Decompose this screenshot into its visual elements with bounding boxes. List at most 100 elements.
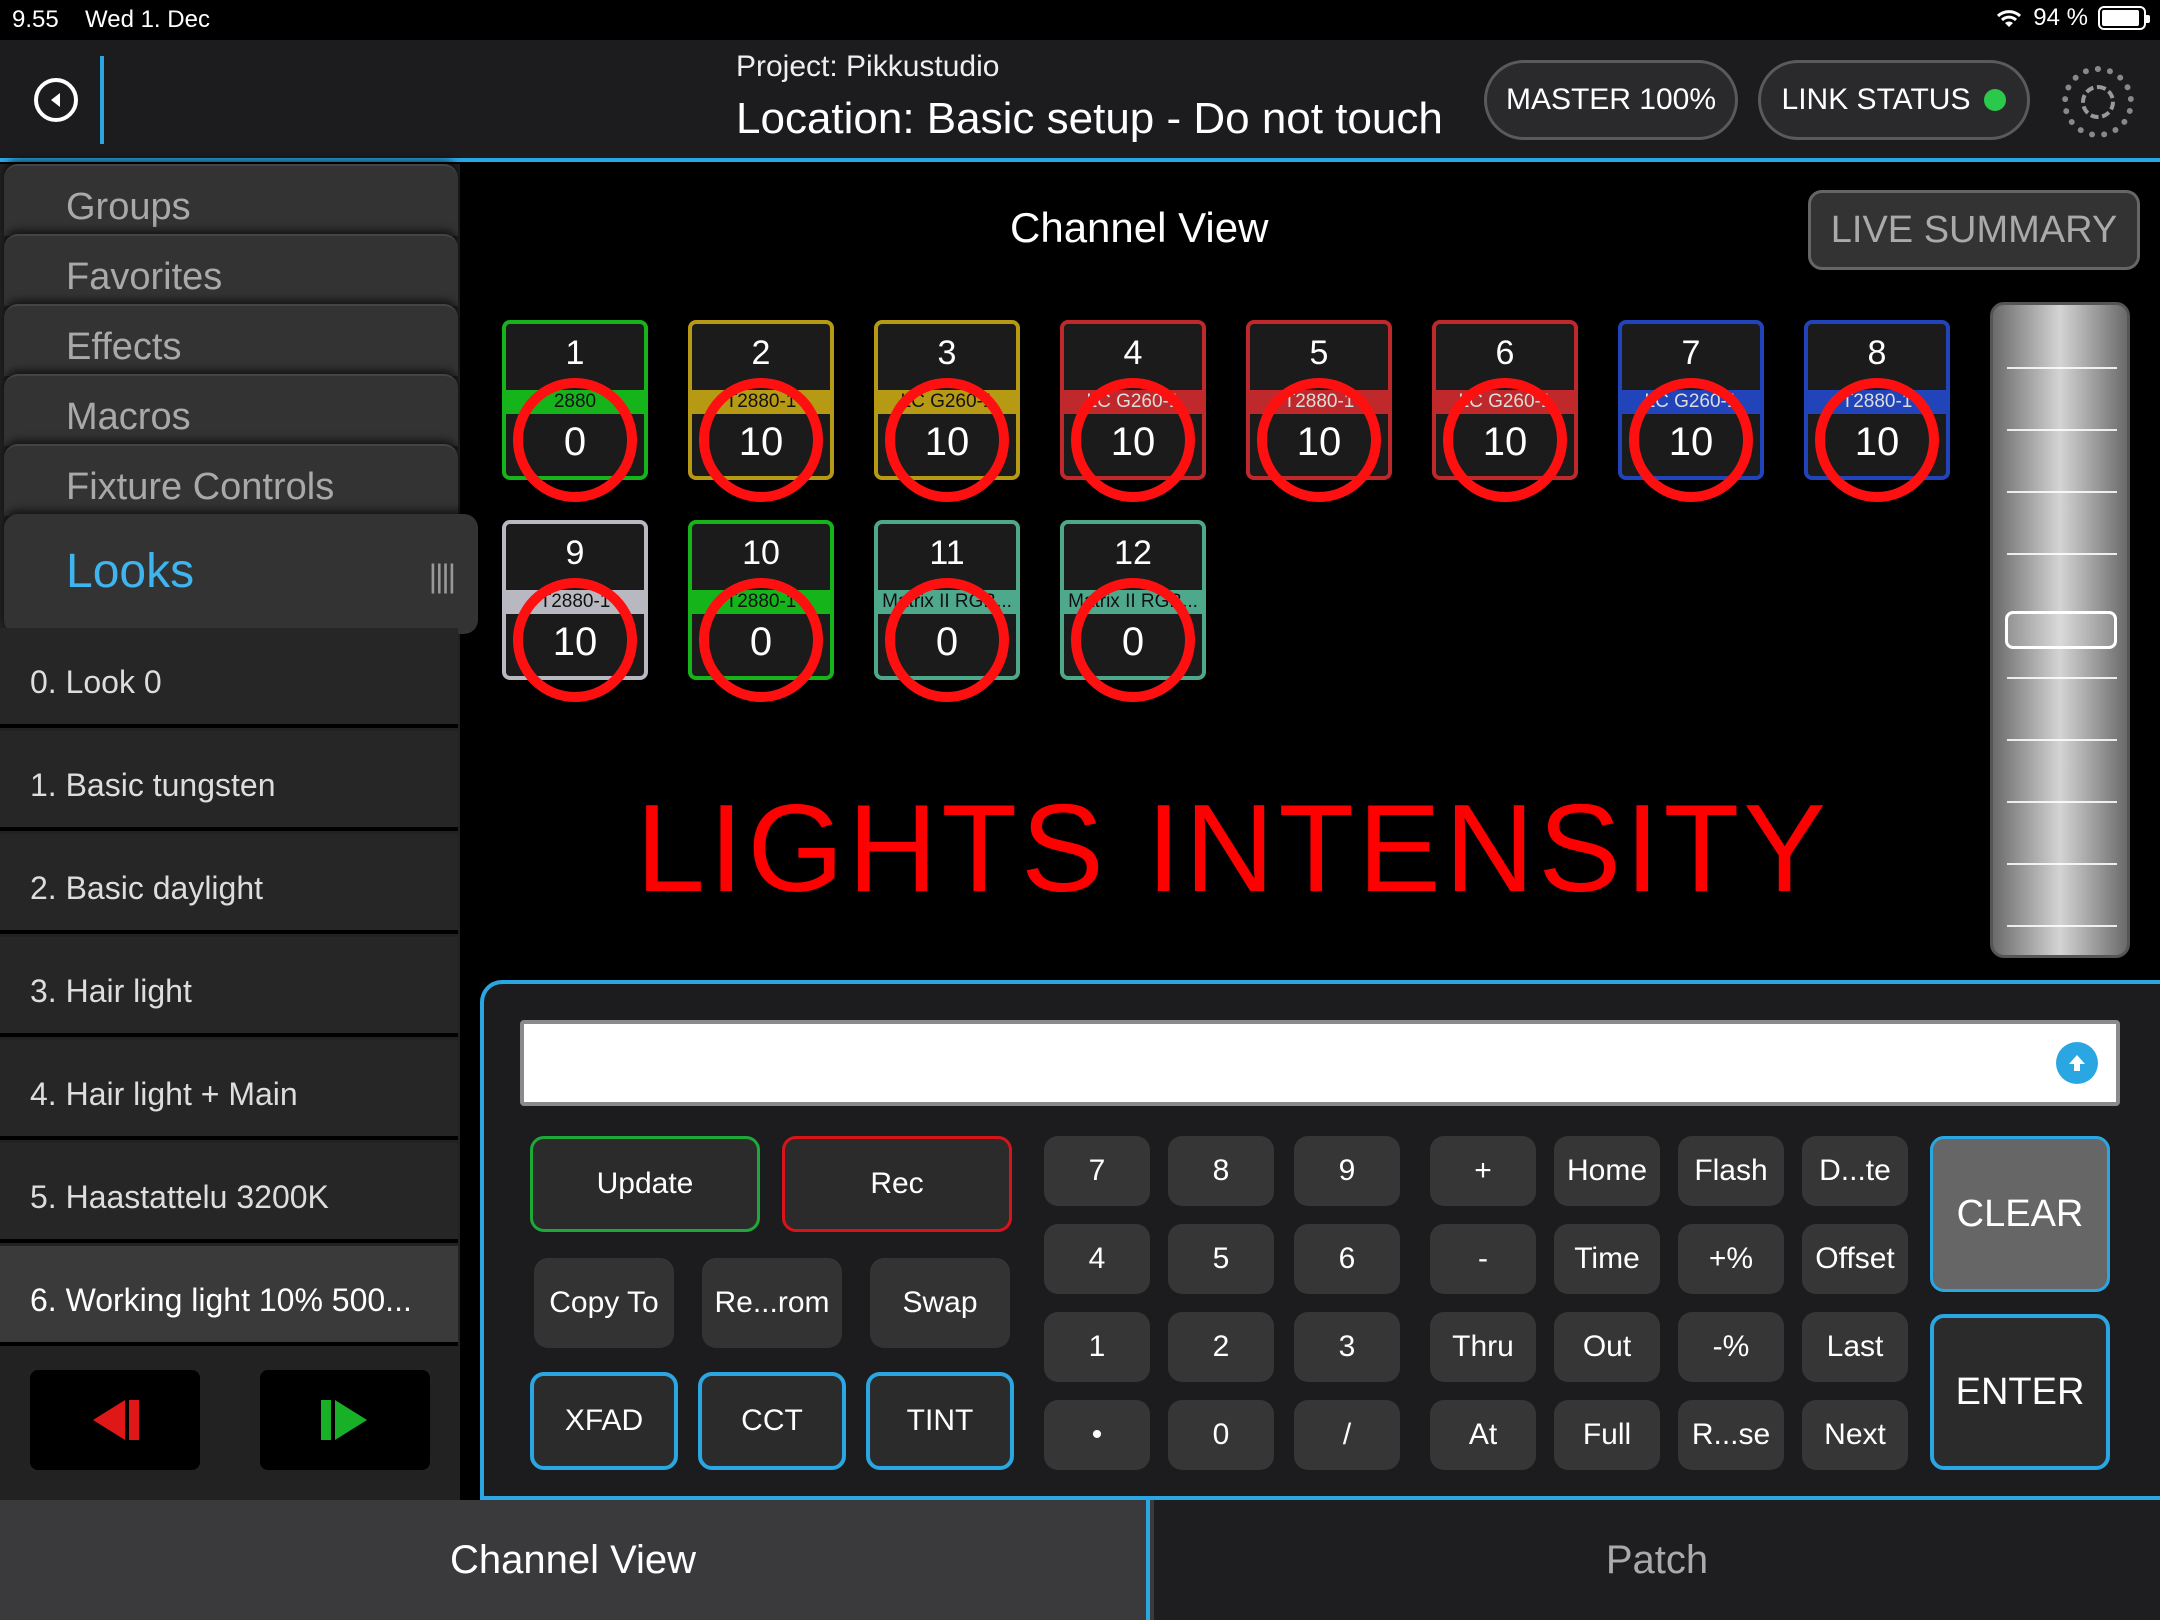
keypad-key[interactable]: D...te (1802, 1136, 1908, 1206)
tint-button[interactable]: TINT (866, 1372, 1014, 1470)
send-arrow-icon[interactable] (2056, 1042, 2098, 1084)
sidebar-tab-fixture-controls[interactable]: Fixture Controls (4, 444, 458, 516)
keypad-key[interactable]: 5 (1168, 1224, 1274, 1294)
look-item[interactable]: 5. Haastattelu 3200K (0, 1143, 458, 1243)
sidebar-tab-groups[interactable]: Groups (4, 164, 458, 236)
intensity-fader[interactable] (1990, 302, 2130, 958)
sidebar-tab-macros[interactable]: Macros (4, 374, 458, 446)
look-item[interactable]: 1. Basic tungsten (0, 731, 458, 831)
location-name: Location: Basic setup - Do not touch (736, 94, 1443, 143)
previous-look-button[interactable] (30, 1370, 200, 1470)
battery-icon (2098, 6, 2150, 30)
sidebar-tab-favorites[interactable]: Favorites (4, 234, 458, 306)
keypad-key[interactable]: Last (1802, 1312, 1908, 1382)
next-icon (321, 1400, 367, 1440)
keypad-key[interactable]: Flash (1678, 1136, 1784, 1206)
keypad-key[interactable]: 7 (1044, 1136, 1150, 1206)
intensity-highlight-circle (699, 378, 823, 502)
status-date: Wed 1. Dec (85, 6, 210, 33)
keypad-key[interactable]: 8 (1168, 1136, 1274, 1206)
look-item[interactable]: 2. Basic daylight (0, 834, 458, 934)
channel-number: 3 (937, 334, 957, 372)
keypad-key[interactable]: -% (1678, 1312, 1784, 1382)
drag-handle-icon[interactable]: |||| (429, 558, 456, 595)
keypad-key[interactable]: Full (1554, 1400, 1660, 1470)
channel-number: 6 (1495, 334, 1515, 372)
swap-button[interactable]: Swap (870, 1258, 1010, 1348)
intensity-highlight-circle (1257, 378, 1381, 502)
restore-from-button[interactable]: Re...rom (702, 1258, 842, 1348)
previous-icon (93, 1400, 139, 1440)
keypad-key[interactable]: Out (1554, 1312, 1660, 1382)
channel-number: 5 (1309, 334, 1329, 372)
look-item[interactable]: 4. Hair light + Main (0, 1040, 458, 1140)
keypad-key[interactable]: 0 (1168, 1400, 1274, 1470)
channel-number: 1 (565, 334, 585, 372)
link-status-button[interactable]: LINK STATUS (1758, 60, 2030, 140)
update-button[interactable]: Update (530, 1136, 760, 1232)
annotation-text: LIGHTS INTENSITY (636, 780, 1830, 918)
fader-tick (2007, 677, 2117, 679)
keypad-key[interactable]: Next (1802, 1400, 1908, 1470)
keypad-key[interactable]: 3 (1294, 1312, 1400, 1382)
master-label: MASTER 100% (1505, 83, 1717, 116)
keypad-key[interactable]: • (1044, 1400, 1150, 1470)
keypad-key[interactable]: +% (1678, 1224, 1784, 1294)
project-name: Project: Pikkustudio (736, 50, 1000, 83)
fader-tick (2007, 491, 2117, 493)
sidebar-tab-effects[interactable]: Effects (4, 304, 458, 376)
keypad-key[interactable]: 4 (1044, 1224, 1150, 1294)
rec-button[interactable]: Rec (782, 1136, 1012, 1232)
keypad-key[interactable]: + (1430, 1136, 1536, 1206)
intensity-highlight-circle (1071, 578, 1195, 702)
keypad-key[interactable]: - (1430, 1224, 1536, 1294)
live-summary-button[interactable]: LIVE SUMMARY (1808, 190, 2140, 270)
tab-channel-view[interactable]: Channel View (0, 1500, 1150, 1620)
keypad-key[interactable]: R...se (1678, 1400, 1784, 1470)
keypad-key[interactable]: Time (1554, 1224, 1660, 1294)
keypad-key[interactable]: 2 (1168, 1312, 1274, 1382)
status-bar: 9.55 Wed 1. Dec 94 % (0, 0, 2160, 40)
clear-button[interactable]: CLEAR (1930, 1136, 2110, 1292)
battery-percent: 94 % (2033, 4, 2088, 31)
intensity-highlight-circle (1815, 378, 1939, 502)
copy-to-button[interactable]: Copy To (534, 1258, 674, 1348)
keypad-key[interactable]: Offset (1802, 1224, 1908, 1294)
back-button[interactable] (34, 78, 78, 122)
fader-knob[interactable] (2005, 611, 2117, 649)
command-line-input[interactable] (520, 1020, 2120, 1106)
intensity-highlight-circle (699, 578, 823, 702)
wifi-icon (1997, 10, 2022, 27)
tab-patch[interactable]: Patch (1154, 1500, 2160, 1620)
channel-number: 12 (1114, 534, 1152, 572)
header: Project: Pikkustudio Location: Basic set… (0, 40, 2160, 162)
look-item[interactable]: 0. Look 0 (0, 628, 458, 728)
master-button[interactable]: MASTER 100% (1484, 60, 1738, 140)
link-status-indicator-icon (1984, 89, 2007, 111)
fader-tick (2007, 739, 2117, 741)
xfad-button[interactable]: XFAD (530, 1372, 678, 1470)
keypad-key[interactable]: 6 (1294, 1224, 1400, 1294)
enter-button[interactable]: ENTER (1930, 1314, 2110, 1470)
keypad-key[interactable]: Thru (1430, 1312, 1536, 1382)
keypad-key[interactable]: 9 (1294, 1136, 1400, 1206)
next-look-button[interactable] (260, 1370, 430, 1470)
settings-icon[interactable] (2062, 66, 2134, 138)
keypad-key[interactable]: 1 (1044, 1312, 1150, 1382)
looks-title: Looks (66, 545, 195, 598)
fader-tick (2007, 925, 2117, 927)
channel-number: 11 (929, 534, 965, 572)
fader-tick (2007, 367, 2117, 369)
intensity-highlight-circle (1071, 378, 1195, 502)
channel-number: 2 (751, 334, 771, 372)
look-item[interactable]: 3. Hair light (0, 937, 458, 1037)
back-arrow-icon (51, 93, 60, 107)
keypad-key[interactable]: / (1294, 1400, 1400, 1470)
keypad-key[interactable]: At (1430, 1400, 1536, 1470)
intensity-highlight-circle (513, 378, 637, 502)
sidebar-tab-looks[interactable]: Looks |||| (4, 514, 478, 634)
cct-button[interactable]: CCT (698, 1372, 846, 1470)
look-item-active[interactable]: 6. Working light 10% 500... (0, 1246, 458, 1346)
fader-tick (2007, 429, 2117, 431)
keypad-key[interactable]: Home (1554, 1136, 1660, 1206)
